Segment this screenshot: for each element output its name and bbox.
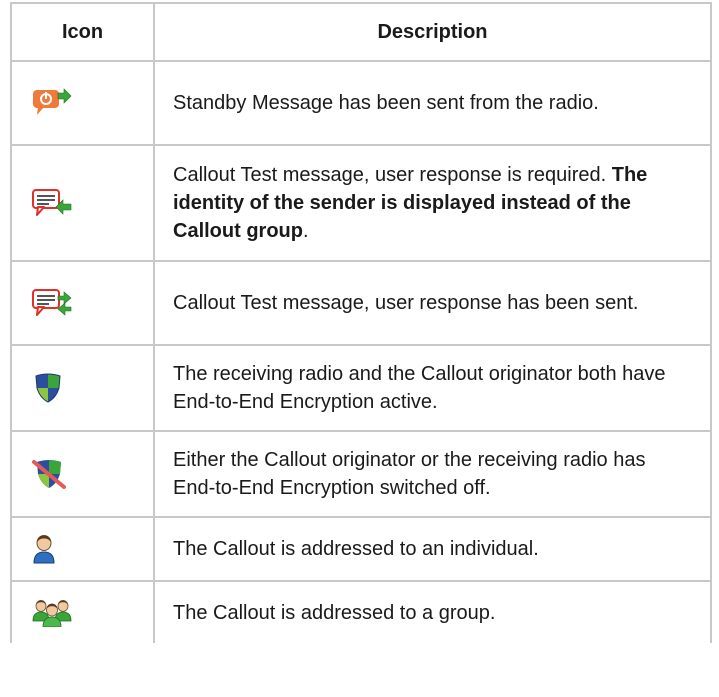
callout-test-response-required-icon — [32, 187, 72, 219]
individual-user-icon — [32, 534, 56, 564]
table-row: The receiving radio and the Callout orig… — [10, 344, 712, 432]
encryption-active-shield-icon — [32, 372, 64, 404]
table-row: Either the Callout originator or the rec… — [10, 430, 712, 518]
row-description: The Callout is addressed to an individua… — [153, 516, 712, 582]
row-description: Callout Test message, user response is r… — [153, 144, 712, 262]
callout-test-response-sent-icon — [32, 287, 72, 319]
table-row: The Callout is addressed to an individua… — [10, 516, 712, 582]
table-row: The Callout is addressed to a group. — [10, 580, 712, 643]
group-users-icon — [32, 599, 72, 627]
standby-sent-icon — [32, 87, 72, 119]
table-header-row: Icon Description — [10, 2, 712, 62]
encryption-off-shield-icon — [32, 458, 66, 490]
row-description: The receiving radio and the Callout orig… — [153, 344, 712, 432]
row-description-tail: . — [302, 220, 309, 242]
icon-column-header: Icon — [10, 2, 155, 62]
row-description: Standby Message has been sent from the r… — [153, 60, 712, 146]
icon-description-table: Icon Description Standby Message has bee… — [10, 2, 712, 643]
row-description: The Callout is addressed to a group. — [153, 580, 712, 643]
table-row: Callout Test message, user response is r… — [10, 144, 712, 262]
table-row: Callout Test message, user response has … — [10, 260, 712, 346]
table-row: Standby Message has been sent from the r… — [10, 60, 712, 146]
row-description: Either the Callout originator or the rec… — [153, 430, 712, 518]
row-description: Callout Test message, user response has … — [153, 260, 712, 346]
description-column-header: Description — [153, 2, 712, 62]
row-description-text: Callout Test message, user response is r… — [173, 164, 612, 186]
